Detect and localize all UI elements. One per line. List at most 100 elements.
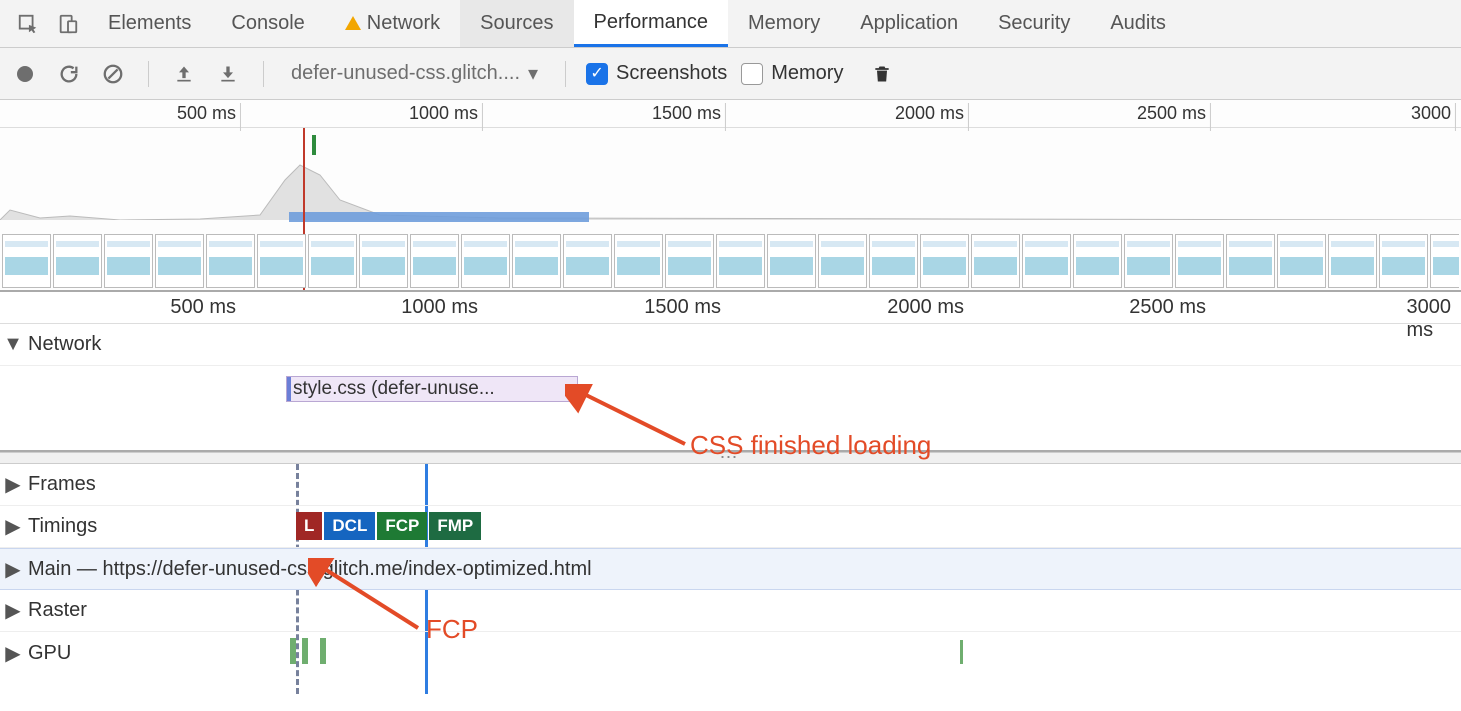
gpu-activity-tick [960,640,963,664]
disclosure-right-icon: ▶ [0,514,26,539]
cpu-chart [0,160,1461,220]
filmstrip-thumb[interactable] [1124,234,1173,288]
filmstrip-thumb[interactable] [512,234,561,288]
overview-selection-bar [289,212,589,222]
filmstrip-thumb[interactable] [563,234,612,288]
network-track[interactable]: style.css (defer-unuse... [0,366,1461,452]
network-row-header[interactable]: ▼ Network [0,324,1461,366]
tab-console[interactable]: Console [211,0,324,47]
ruler-tick: 2500 ms [1137,103,1210,124]
recording-selector[interactable]: defer-unused-css.glitch.... ▾ [284,58,545,89]
main-label: Main — https://defer-unused-css.glitch.m… [26,558,592,581]
timings-label: Timings [26,515,97,538]
filmstrip-thumb[interactable] [614,234,663,288]
fcp-marker [312,135,316,155]
tab-network[interactable]: Network [325,0,460,47]
badge-fmp[interactable]: FMP [429,512,481,540]
overview-ruler: 500 ms1000 ms1500 ms2000 ms2500 ms3000 [0,100,1461,128]
screenshots-label: Screenshots [616,62,727,85]
filmstrip-thumb[interactable] [53,234,102,288]
tab-memory[interactable]: Memory [728,0,840,47]
ruler-tick: 2000 ms [895,103,968,124]
gpu-label: GPU [26,642,71,665]
tab-performance[interactable]: Performance [574,0,729,47]
ruler-tick: 1500 ms [652,103,725,124]
detail-ruler: 500 ms1000 ms1500 ms2000 ms2500 ms3000 m… [0,292,1461,324]
raster-row-header[interactable]: ▶ Raster [0,590,1461,632]
clear-button[interactable] [98,59,128,89]
garbage-collect-button[interactable] [867,59,897,89]
filmstrip-thumb[interactable] [1226,234,1275,288]
separator [565,61,566,87]
separator [263,61,264,87]
filmstrip-thumb[interactable] [206,234,255,288]
main-row-header[interactable]: ▶ Main — https://defer-unused-css.glitch… [0,548,1461,590]
filmstrip-thumb[interactable] [359,234,408,288]
tab-audits[interactable]: Audits [1090,0,1186,47]
ruler-tick: 1500 ms [644,296,725,319]
filmstrip-thumb[interactable] [1277,234,1326,288]
flame-panel: ▶ Frames ▶ Timings L DCL FCP FMP ▶ Main … [0,464,1461,674]
filmstrip-thumb[interactable] [1022,234,1071,288]
badge-load[interactable]: L [296,512,322,540]
overview-pane[interactable]: 500 ms1000 ms1500 ms2000 ms2500 ms3000 [0,100,1461,292]
filmstrip-thumb[interactable] [104,234,153,288]
filmstrip-thumb[interactable] [155,234,204,288]
timing-badges: L DCL FCP FMP [296,512,481,540]
disclosure-right-icon: ▶ [0,641,26,666]
device-toggle-icon[interactable] [48,0,88,47]
filmstrip-thumb[interactable] [410,234,459,288]
filmstrip-thumb[interactable] [920,234,969,288]
filmstrip-thumb[interactable] [971,234,1020,288]
tab-security[interactable]: Security [978,0,1090,47]
network-request-label: style.css (defer-unuse... [293,378,495,399]
pane-resizer[interactable] [0,452,1461,464]
gpu-activity [290,638,326,664]
ruler-tick: 2000 ms [887,296,968,319]
network-request-bar[interactable]: style.css (defer-unuse... [286,376,578,402]
load-profile-button[interactable] [169,59,199,89]
filmstrip-thumb[interactable] [1328,234,1377,288]
filmstrip-thumb[interactable] [1379,234,1428,288]
tab-sources[interactable]: Sources [460,0,573,47]
frames-row-header[interactable]: ▶ Frames [0,464,1461,506]
badge-fcp[interactable]: FCP [377,512,427,540]
disclosure-down-icon: ▼ [0,333,26,356]
record-button[interactable] [10,59,40,89]
badge-dcl[interactable]: DCL [324,512,375,540]
timings-row-header[interactable]: ▶ Timings L DCL FCP FMP [0,506,1461,548]
ruler-tick: 3000 [1411,103,1455,124]
filmstrip-thumb[interactable] [257,234,306,288]
screenshot-filmstrip[interactable] [2,234,1459,288]
ruler-tick: 500 ms [170,296,240,319]
ruler-tick: 1000 ms [409,103,482,124]
reload-record-button[interactable] [54,59,84,89]
gpu-row-header[interactable]: ▶ GPU [0,632,1461,674]
disclosure-right-icon: ▶ [0,598,26,623]
separator [148,61,149,87]
filmstrip-thumb[interactable] [1430,234,1459,288]
save-profile-button[interactable] [213,59,243,89]
screenshots-checkbox[interactable]: Screenshots [586,62,727,85]
disclosure-right-icon: ▶ [0,557,26,582]
filmstrip-thumb[interactable] [767,234,816,288]
filmstrip-thumb[interactable] [818,234,867,288]
network-label: Network [26,333,101,356]
filmstrip-thumb[interactable] [2,234,51,288]
inspect-icon[interactable] [8,0,48,47]
checkbox-icon [741,63,763,85]
tab-application[interactable]: Application [840,0,978,47]
filmstrip-thumb[interactable] [461,234,510,288]
filmstrip-thumb[interactable] [1175,234,1224,288]
filmstrip-thumb[interactable] [716,234,765,288]
filmstrip-thumb[interactable] [665,234,714,288]
filmstrip-thumb[interactable] [869,234,918,288]
raster-label: Raster [26,599,87,622]
tab-elements[interactable]: Elements [88,0,211,47]
recording-selector-label: defer-unused-css.glitch.... [291,62,520,85]
memory-checkbox[interactable]: Memory [741,62,843,85]
ruler-tick: 2500 ms [1129,296,1210,319]
devtools-tabs: Elements Console Network Sources Perform… [0,0,1461,48]
filmstrip-thumb[interactable] [308,234,357,288]
filmstrip-thumb[interactable] [1073,234,1122,288]
